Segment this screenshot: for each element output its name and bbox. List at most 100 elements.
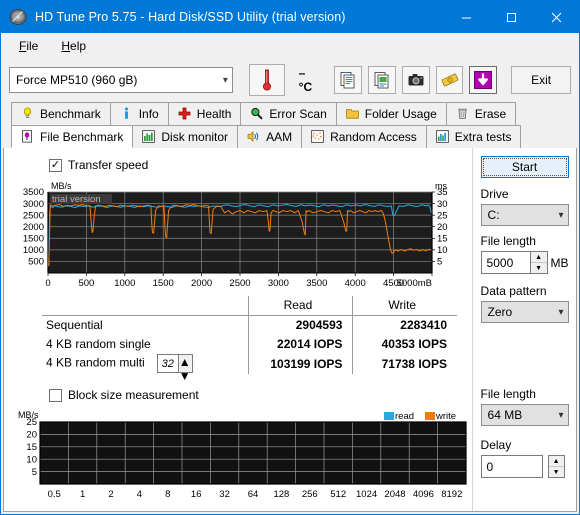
header-write: Write xyxy=(352,296,457,316)
file-length-unit: MB xyxy=(550,255,569,270)
exit-button[interactable]: Exit xyxy=(511,66,571,94)
tab-label: AAM xyxy=(266,130,293,144)
cell-read: 103199 IOPS xyxy=(248,353,353,374)
svg-text:write: write xyxy=(435,411,456,422)
file-benchmark-icon xyxy=(21,129,35,144)
block-size-checkbox-row[interactable]: Block size measurement xyxy=(49,388,199,402)
tab-label: Disk monitor xyxy=(161,130,229,144)
window-controls xyxy=(444,1,579,33)
lightbulb-icon xyxy=(21,107,35,121)
file-length-label: File length xyxy=(480,234,536,248)
tab-disk-monitor[interactable]: Disk monitor xyxy=(132,125,239,148)
close-button[interactable] xyxy=(534,1,579,33)
block-size-label: Block size measurement xyxy=(68,388,199,402)
delay-stepper[interactable]: ▲ ▼ xyxy=(547,455,565,478)
transfer-speed-checkbox[interactable]: ✓ xyxy=(49,158,62,172)
money-icon[interactable] xyxy=(435,66,464,94)
svg-text:0.5: 0.5 xyxy=(48,489,61,500)
screenshot-icon[interactable] xyxy=(401,66,430,94)
drive-selector[interactable]: Force MP510 (960 gB) ▾ xyxy=(9,67,233,93)
tab-extra-tests[interactable]: Extra tests xyxy=(425,125,522,148)
dots-icon xyxy=(311,130,325,144)
row-label: Sequential xyxy=(46,317,103,332)
svg-text:5000mB: 5000mB xyxy=(397,278,432,289)
stepper-up-icon[interactable]: ▲ xyxy=(179,355,192,369)
drive-combo-value: C: xyxy=(487,208,500,222)
drive-selector-value: Force MP510 (960 gB) xyxy=(16,73,138,87)
stepper-down-icon[interactable]: ▼ xyxy=(531,263,547,273)
copy-image-icon[interactable] xyxy=(367,66,396,94)
tab-benchmark[interactable]: Benchmark xyxy=(11,102,111,125)
right-pane: Start Drive C: ▾ File length 5000 ▲ ▼ MB… xyxy=(471,148,576,511)
svg-text:15: 15 xyxy=(26,442,37,453)
menu-file[interactable]: File xyxy=(9,36,48,56)
minimize-button[interactable] xyxy=(444,1,489,33)
table-row: Sequential 2904593 2283410 xyxy=(42,315,457,334)
svg-text:2048: 2048 xyxy=(384,489,405,500)
exit-button-label: Exit xyxy=(531,73,552,87)
queue-depth-value[interactable]: 32 xyxy=(156,354,179,373)
svg-text:32: 32 xyxy=(219,489,230,500)
temperature-indicator xyxy=(248,64,285,96)
tab-label: Erase xyxy=(474,107,507,121)
tab-folder-usage[interactable]: Folder Usage xyxy=(335,102,447,125)
stepper-down-icon[interactable]: ▼ xyxy=(549,467,564,477)
menu-help[interactable]: Help xyxy=(51,36,96,56)
tab-info[interactable]: Info xyxy=(109,102,169,125)
svg-text:1500: 1500 xyxy=(153,278,174,289)
svg-text:30: 30 xyxy=(437,199,448,210)
svg-text:3000: 3000 xyxy=(268,278,289,289)
svg-text:3500: 3500 xyxy=(23,187,44,198)
svg-text:2500: 2500 xyxy=(23,210,44,221)
stepper-up-icon[interactable]: ▲ xyxy=(548,456,564,467)
svg-text:4000: 4000 xyxy=(345,278,366,289)
drive-combo[interactable]: C: ▾ xyxy=(480,204,569,226)
stepper-up-icon[interactable]: ▲ xyxy=(530,252,547,263)
cell-write: 2283410 xyxy=(352,315,457,334)
tab-aam[interactable]: AAM xyxy=(237,125,303,148)
copy-text-icon[interactable] xyxy=(334,66,362,94)
svg-text:64: 64 xyxy=(248,489,259,500)
cell-read: 2904593 xyxy=(248,315,353,334)
stepper-down-icon[interactable]: ▼ xyxy=(179,369,192,383)
trash-icon xyxy=(456,107,470,121)
info-icon xyxy=(120,107,134,121)
svg-text:16: 16 xyxy=(191,489,202,500)
tab-error-scan[interactable]: Error Scan xyxy=(240,102,337,125)
table-row: 4 KB random single 22014 IOPS 40353 IOPS xyxy=(42,334,457,353)
tab-erase[interactable]: Erase xyxy=(445,102,517,125)
svg-text:3000: 3000 xyxy=(23,199,44,210)
svg-text:2: 2 xyxy=(108,489,113,500)
data-pattern-combo[interactable]: Zero ▾ xyxy=(480,301,569,323)
cell-write: 71738 IOPS xyxy=(352,353,457,374)
delay-input[interactable]: 0 xyxy=(480,455,543,478)
start-button[interactable]: Start xyxy=(480,156,569,178)
tab-file-benchmark[interactable]: File Benchmark xyxy=(11,125,134,148)
tab-bar: Benchmark Info Health Error Scan Folder Usag… xyxy=(1,102,579,148)
tab-label: Health xyxy=(196,107,232,121)
header-read: Read xyxy=(248,296,353,316)
chevron-down-icon: ▾ xyxy=(558,209,564,221)
results-table: Read Write Sequential 2904593 2283410 4 KB ra… xyxy=(42,296,457,383)
queue-depth-stepper[interactable]: 32 ▲ ▼ xyxy=(156,354,193,383)
file-length-input[interactable]: 5000 xyxy=(480,251,531,274)
tab-random-access[interactable]: Random Access xyxy=(301,125,427,148)
svg-text:500: 500 xyxy=(28,257,44,268)
maximize-button[interactable] xyxy=(489,1,534,33)
tab-health[interactable]: Health xyxy=(167,102,242,125)
start-button-label: Start xyxy=(511,160,538,174)
table-row: 4 KB random multi 32 ▲ ▼ 103199 IOPS 71738 IO… xyxy=(42,353,457,383)
block-file-length-label: File length xyxy=(480,387,536,401)
download-update-icon[interactable] xyxy=(469,66,498,94)
block-size-checkbox[interactable] xyxy=(49,388,62,402)
table-header-row: Read Write xyxy=(42,296,457,316)
svg-text:25: 25 xyxy=(26,417,37,428)
svg-text:20: 20 xyxy=(437,222,448,233)
block-file-length-combo[interactable]: 64 MB ▾ xyxy=(480,404,569,426)
svg-text:8: 8 xyxy=(165,489,170,500)
file-length-stepper[interactable]: ▲ ▼ xyxy=(530,251,548,274)
data-pattern-label: Data pattern xyxy=(480,284,547,298)
transfer-speed-checkbox-row[interactable]: ✓ Transfer speed xyxy=(49,158,148,172)
window-title: HD Tune Pro 5.75 - Hard Disk/SSD Utility… xyxy=(35,10,346,24)
svg-text:1000: 1000 xyxy=(114,278,135,289)
